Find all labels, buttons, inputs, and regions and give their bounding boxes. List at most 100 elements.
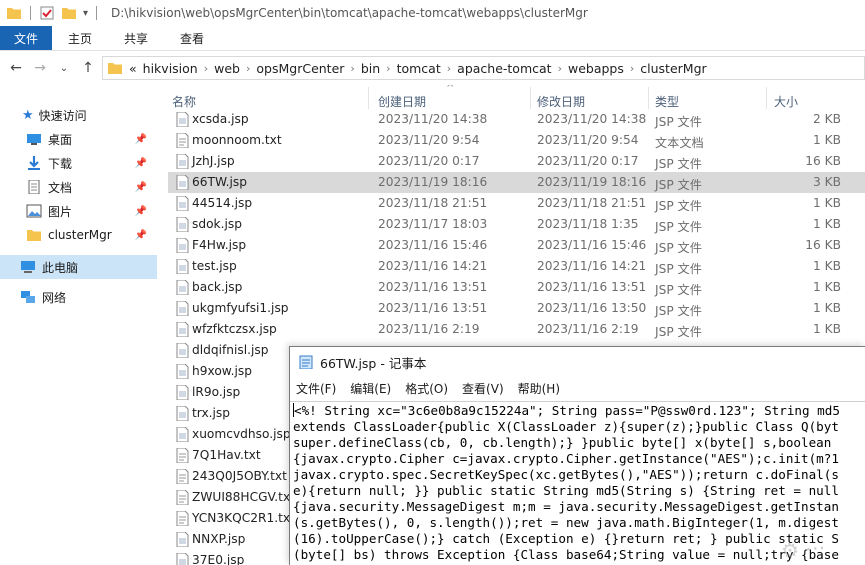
column-modified[interactable]: 修改日期 — [537, 93, 585, 110]
table-row[interactable]: back.jsp 2023/11/16 13:51 2023/11/16 13:51… — [168, 277, 865, 298]
column-created[interactable]: 创建日期 — [378, 93, 426, 110]
document-icon — [28, 180, 40, 194]
chevron-right-icon[interactable]: › — [204, 62, 208, 75]
column-name[interactable]: 名称 — [172, 93, 196, 110]
column-divider[interactable] — [648, 87, 649, 109]
crumb-bin[interactable]: bin — [361, 61, 380, 76]
table-row[interactable]: 66TW.jsp 2023/11/19 18:16 2023/11/19 18:16… — [168, 172, 865, 193]
chevron-right-icon[interactable]: › — [630, 62, 634, 75]
nav-network[interactable]: 网络 — [0, 285, 157, 309]
crumb-apache-tomcat[interactable]: apache-tomcat — [457, 61, 551, 76]
notepad-text-area[interactable]: <%! String xc="3c6e0b8a9c15224a"; String… — [290, 401, 865, 565]
file-created: 2023/11/19 18:16 — [378, 175, 488, 189]
chevron-right-icon[interactable]: › — [246, 62, 250, 75]
crumb-web[interactable]: web — [214, 61, 240, 76]
file-name: trx.jsp — [192, 406, 231, 420]
forward-button[interactable]: → — [30, 58, 50, 78]
file-name: sdok.jsp — [192, 217, 242, 231]
file-name: 44514.jsp — [192, 196, 253, 210]
window-title-path: D:\hikvision\web\opsMgrCenter\bin\tomcat… — [111, 6, 588, 20]
chevron-right-icon[interactable]: › — [350, 62, 354, 75]
tab-view[interactable]: 查看 — [164, 26, 220, 50]
back-button[interactable]: ← — [6, 58, 26, 78]
new-folder-icon[interactable] — [61, 6, 77, 20]
properties-checkbox-icon[interactable] — [39, 6, 55, 20]
table-row[interactable]: F4Hw.jsp 2023/11/16 15:46 2023/11/16 15:46… — [168, 235, 865, 256]
crumb-opsmgrcenter[interactable]: opsMgrCenter — [256, 61, 344, 76]
pin-icon[interactable]: 📌 — [135, 158, 147, 169]
pin-icon[interactable]: 📌 — [135, 182, 147, 193]
menu-help[interactable]: 帮助(H) — [518, 380, 560, 397]
file-modified: 2023/11/16 14:21 — [537, 259, 647, 273]
chevron-right-icon[interactable]: › — [447, 62, 451, 75]
title-bar: ▾ D:\hikvision\web\opsMgrCenter\bin\tomc… — [0, 0, 865, 26]
file-modified: 2023/11/20 9:54 — [537, 133, 639, 147]
chevron-right-icon[interactable]: › — [558, 62, 562, 75]
tab-home[interactable]: 主页 — [52, 26, 108, 50]
crumb-clustermgr[interactable]: clusterMgr — [640, 61, 706, 76]
jsp-file-icon — [176, 238, 189, 253]
tab-share[interactable]: 共享 — [108, 26, 164, 50]
navigation-pane: ★ 快速访问 桌面 📌 下载 📌 文档 📌 图片 📌 clusterMgr 📌 … — [0, 85, 157, 565]
tab-file[interactable]: 文件 — [0, 26, 53, 50]
nav-clustermgr-label: clusterMgr — [48, 228, 112, 242]
nav-clustermgr[interactable]: clusterMgr 📌 — [0, 223, 157, 247]
file-modified: 2023/11/20 14:38 — [537, 112, 647, 126]
pin-icon[interactable]: 📌 — [135, 206, 147, 217]
ribbon-tabs: 文件 主页 共享 查看 — [0, 26, 865, 51]
column-divider[interactable] — [368, 87, 369, 109]
table-row[interactable]: moonnoom.txt 2023/11/20 9:54 2023/11/20 9:… — [168, 130, 865, 151]
column-divider[interactable] — [530, 87, 531, 109]
quick-access-dropdown-icon[interactable]: ▾ — [83, 8, 88, 19]
chevron-right-icon[interactable]: › — [386, 62, 390, 75]
jsp-file-icon — [176, 532, 189, 547]
menu-file[interactable]: 文件(F) — [296, 380, 336, 397]
file-type: JSP 文件 — [655, 325, 702, 339]
column-size[interactable]: 大小 — [774, 93, 798, 110]
crumb-hikvision[interactable]: hikvision — [143, 61, 198, 76]
overflow-crumbs-icon[interactable]: « — [129, 61, 137, 76]
table-row[interactable]: ukgmfyufsi1.jsp 2023/11/16 13:51 2023/11/1… — [168, 298, 865, 319]
menu-view[interactable]: 查看(V) — [462, 380, 504, 397]
nav-quick-access[interactable]: ★ 快速访问 — [0, 103, 157, 127]
recent-locations-icon[interactable]: ⌄ — [54, 58, 74, 78]
table-row[interactable]: xcsda.jsp 2023/11/20 14:38 2023/11/20 14:3… — [168, 109, 865, 130]
file-name: wfzfktczsx.jsp — [192, 322, 277, 336]
file-size: 3 KB — [813, 175, 841, 189]
nav-desktop[interactable]: 桌面 📌 — [0, 127, 157, 151]
notepad-line: <%! String xc="3c6e0b8a9c15224a"; String… — [293, 403, 865, 419]
file-created: 2023/11/16 2:19 — [378, 322, 480, 336]
column-type[interactable]: 类型 — [655, 93, 679, 110]
notepad-line-prefix: < — [294, 403, 302, 418]
nav-downloads[interactable]: 下载 📌 — [0, 151, 157, 175]
file-name: 37E0.jsp — [192, 553, 245, 565]
file-name: dldqifnisl.jsp — [192, 343, 269, 357]
file-name: NNXP.jsp — [192, 532, 246, 546]
pin-icon[interactable]: 📌 — [135, 134, 147, 145]
table-row[interactable]: sdok.jsp 2023/11/17 18:03 2023/11/18 1:35 J… — [168, 214, 865, 235]
file-name: test.jsp — [192, 259, 237, 273]
address-bar[interactable]: « hikvision › web › opsMgrCenter › bin ›… — [102, 56, 865, 80]
nav-pictures[interactable]: 图片 📌 — [0, 199, 157, 223]
file-modified: 2023/11/16 2:19 — [537, 322, 639, 336]
pin-icon[interactable]: 📌 — [135, 230, 147, 241]
jsp-file-icon — [176, 112, 189, 127]
column-divider[interactable] — [766, 87, 767, 109]
table-row[interactable]: JzhJ.jsp 2023/11/20 0:17 2023/11/20 0:17 JS… — [168, 151, 865, 172]
notepad-line: e){return null; }} public static String … — [293, 483, 839, 498]
menu-format[interactable]: 格式(O) — [405, 380, 448, 397]
nav-documents[interactable]: 文档 📌 — [0, 175, 157, 199]
crumb-tomcat[interactable]: tomcat — [397, 61, 441, 76]
file-type: JSP 文件 — [655, 283, 702, 297]
table-row[interactable]: test.jsp 2023/11/16 14:21 2023/11/16 14:21… — [168, 256, 865, 277]
navigation-bar: ← → ⌄ ↑ « hikvision › web › opsMgrCenter… — [0, 51, 865, 85]
table-row[interactable]: wfzfktczsx.jsp 2023/11/16 2:19 2023/11/16 … — [168, 319, 865, 340]
sort-chevron-icon: ^ — [446, 85, 455, 94]
nav-this-pc[interactable]: 此电脑 — [0, 255, 157, 279]
menu-edit[interactable]: 编辑(E) — [350, 380, 391, 397]
jsp-file-icon — [176, 322, 189, 337]
table-row[interactable]: 44514.jsp 2023/11/18 21:51 2023/11/18 21:5… — [168, 193, 865, 214]
up-button[interactable]: ↑ — [78, 58, 98, 78]
nav-desktop-label: 桌面 — [48, 132, 73, 147]
crumb-webapps[interactable]: webapps — [568, 61, 624, 76]
